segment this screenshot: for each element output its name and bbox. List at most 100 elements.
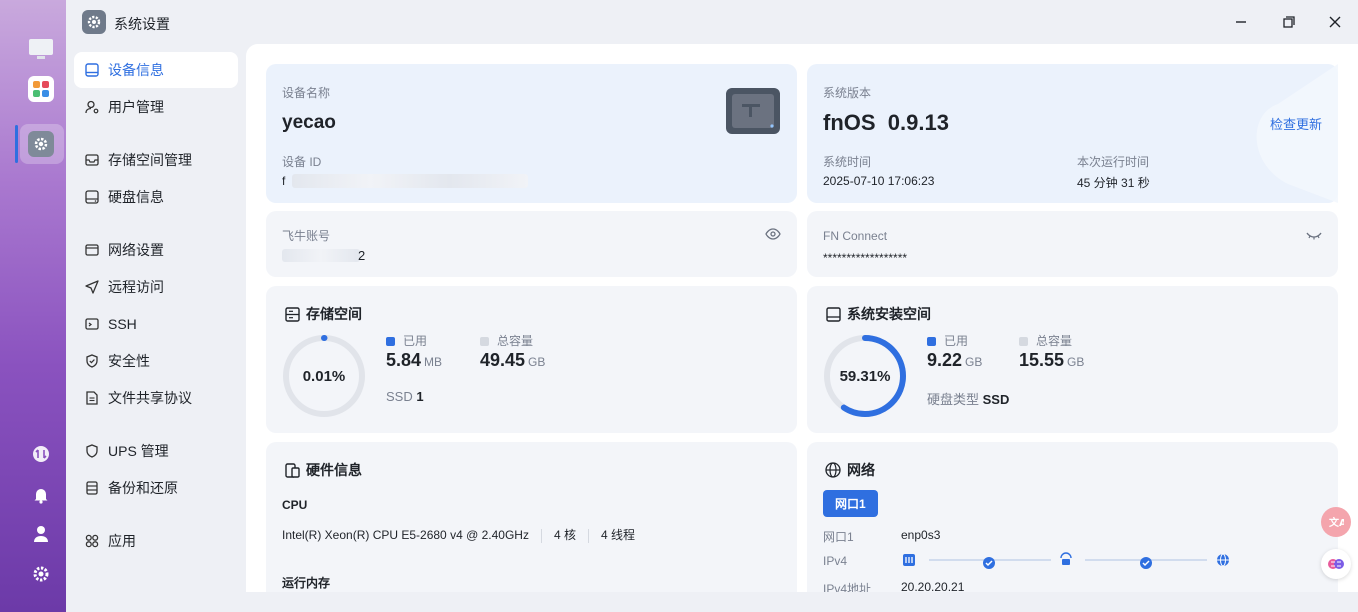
bell-icon[interactable]	[28, 482, 54, 508]
system-used-value: 9.22 GB	[927, 350, 983, 370]
storage-used-value: 5.84 MB	[386, 350, 443, 370]
storage-percent: 0.01%	[302, 368, 346, 385]
fnos-watermark-icon	[1256, 64, 1338, 203]
sidebar-item-storage[interactable]: 存储空间管理	[74, 142, 238, 178]
sidebar-item-device-info[interactable]: 设备信息	[74, 52, 238, 88]
fn-connect-label: FN Connect	[823, 229, 888, 243]
apps-icon[interactable]	[28, 76, 54, 102]
user-icon[interactable]	[28, 521, 54, 547]
hardware-icon	[284, 462, 300, 478]
system-storage-card: 系统安装空间 59.31% 已用 9.22 GB 总容量 15.55 GB 硬盘类型…	[807, 286, 1338, 433]
system-time-value: 2025-07-10 17:06:23	[823, 174, 935, 188]
storage-icon	[84, 152, 100, 168]
cpu-model: Intel(R) Xeon(R) CPU E5-2680 v4 @ 2.40GH…	[282, 528, 529, 542]
ipv4-address-value: 20.20.20.21	[901, 580, 965, 592]
globe-icon	[825, 462, 841, 478]
cpu-label: CPU	[282, 498, 308, 512]
hardware-card: 硬件信息 CPU Intel(R) Xeon(R) CPU E5-2680 v4…	[266, 442, 797, 592]
user-icon	[84, 99, 100, 115]
system-storage-percent: 59.31%	[839, 368, 891, 385]
sidebar-item-user-management[interactable]: 用户管理	[74, 89, 238, 125]
cpu-details: Intel(R) Xeon(R) CPU E5-2680 v4 @ 2.40GH…	[282, 526, 635, 543]
storage-total-value: 49.45 GB	[480, 350, 546, 370]
device-id-value: f	[282, 174, 286, 188]
maximize-button[interactable]	[1277, 10, 1301, 34]
ssd-count: SSD 1	[386, 389, 424, 404]
sidebar-item-apps[interactable]: 应用	[74, 523, 238, 559]
device-name-label: 设备名称	[282, 86, 331, 100]
window-title: 系统设置	[114, 16, 170, 32]
monitor-icon[interactable]	[28, 36, 54, 62]
sidebar-item-label: 硬盘信息	[108, 189, 164, 205]
sidebar-item-remote-access[interactable]: 远程访问	[74, 269, 238, 305]
sidebar-item-disk-info[interactable]: 硬盘信息	[74, 179, 238, 215]
file-share-icon	[84, 390, 100, 406]
port-label: 网口1	[823, 530, 854, 544]
storage-title: 存储空间	[284, 304, 362, 324]
memory-label: 运行内存	[282, 576, 331, 590]
system-storage-title: 系统安装空间	[825, 304, 931, 324]
assistant-brain-icon[interactable]	[1321, 549, 1351, 579]
disk-icon	[825, 306, 841, 322]
system-version-label: 系统版本	[823, 86, 872, 100]
account-blur	[282, 249, 360, 262]
device-id-blur	[292, 174, 528, 188]
sidebar-item-backup[interactable]: 备份和还原	[74, 470, 238, 506]
translate-icon[interactable]: 文A	[1321, 507, 1351, 537]
apps-icon	[84, 533, 100, 549]
svg-text:文A: 文A	[1329, 516, 1344, 529]
sidebar-item-file-share[interactable]: 文件共享协议	[74, 380, 238, 416]
terminal-icon	[84, 316, 100, 332]
eye-icon[interactable]	[765, 227, 781, 245]
device-id-label: 设备 ID	[282, 155, 322, 169]
sidebar-item-label: SSH	[108, 316, 137, 332]
settings-app-icon	[82, 10, 106, 34]
send-icon	[84, 279, 100, 295]
storage-icon	[284, 306, 300, 322]
disk-type: 硬盘类型 SSD	[927, 392, 1010, 407]
tab-port-1[interactable]: 网口1	[823, 490, 878, 517]
sidebar-item-label: 文件共享协议	[108, 390, 192, 406]
sidebar-item-security[interactable]: 安全性	[74, 343, 238, 379]
sidebar-item-label: 设备信息	[108, 62, 164, 78]
sidebar-item-label: 网络设置	[108, 242, 164, 258]
uptime-label: 本次运行时间	[1077, 155, 1150, 169]
uptime-value: 45 分钟 31 秒	[1077, 176, 1150, 190]
eye-closed-icon[interactable]	[1306, 229, 1322, 247]
sidebar-item-label: 远程访问	[108, 279, 164, 295]
dock-active-indicator	[15, 125, 18, 163]
settings-window: 系统设置 设备信息 用户管理 存储空间管理 硬盘信息 网络设置 远程访问 SSH…	[66, 0, 1358, 612]
system-version-card: 系统版本 fnOS 0.9.13 检查更新 系统时间 2025-07-10 17…	[807, 64, 1338, 203]
fn-account-label: 飞牛账号	[282, 229, 331, 243]
port-value: enp0s3	[901, 528, 941, 542]
minimize-button[interactable]	[1229, 10, 1253, 34]
device-icon	[84, 62, 100, 78]
sidebar-item-network[interactable]: 网络设置	[74, 232, 238, 268]
transfer-icon[interactable]	[28, 441, 54, 467]
settings-icon[interactable]	[28, 131, 54, 157]
fn-account-card: 飞牛账号 2	[266, 211, 797, 277]
system-total-legend: 总容量	[1019, 332, 1072, 349]
fn-account-value: 2	[358, 248, 366, 263]
ipv4-connection-diagram	[903, 552, 1229, 569]
sidebar-item-label: 用户管理	[108, 99, 164, 115]
close-button[interactable]	[1323, 10, 1347, 34]
ipv4-label: IPv4	[823, 554, 848, 568]
storage-total-legend: 总容量	[480, 332, 533, 349]
title-bar: 系统设置	[66, 0, 1358, 44]
fn-connect-card: FN Connect ******************	[807, 211, 1338, 277]
storage-card: 存储空间 0.01% 已用 5.84 MB 总容量 49.45 GB SSD 1	[266, 286, 797, 433]
cpu-cores: 4 核	[553, 528, 576, 542]
shield-icon	[84, 353, 100, 369]
system-total-value: 15.55 GB	[1019, 350, 1085, 370]
os-name: fnOS	[823, 110, 876, 135]
check-update-link[interactable]: 检查更新	[1270, 114, 1322, 133]
sidebar-item-ssh[interactable]: SSH	[74, 306, 238, 342]
sidebar-item-ups[interactable]: UPS 管理	[74, 433, 238, 469]
main-content: 设备名称 yecao 设备 ID f 系统版本 fnOS 0.9.13 检查更新…	[246, 44, 1358, 592]
sidebar-item-label: 安全性	[108, 353, 150, 369]
gear-icon[interactable]	[28, 561, 54, 587]
sidebar-item-label: 备份和还原	[108, 480, 178, 496]
fn-connect-value: ******************	[823, 251, 908, 265]
system-used-legend: 已用	[927, 332, 968, 349]
